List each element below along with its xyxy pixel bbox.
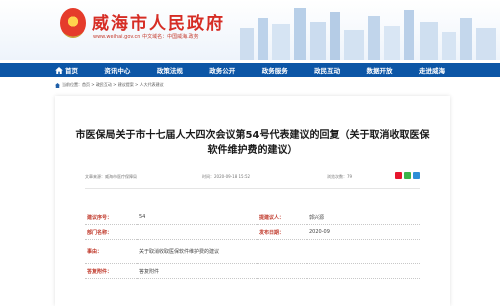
proposer-value: 郭兴源 bbox=[307, 210, 420, 225]
table-row: 事由： 关于取消收取医保软件维护费的建议 bbox=[85, 239, 420, 264]
share-more-icon[interactable] bbox=[413, 172, 420, 179]
article-views: 浏览次数：79 bbox=[327, 174, 353, 179]
site-name: 威海市人民政府 bbox=[92, 14, 225, 34]
wechat-icon[interactable] bbox=[404, 172, 411, 179]
city-skyline-image bbox=[240, 8, 496, 60]
nav-item-label: 首页 bbox=[65, 67, 78, 75]
article-meta: 文章来源：威海市医疗保障局 时间：2020-09-18 15:52 浏览次数：7… bbox=[85, 172, 420, 184]
site-url: www.weihai.gov.cn 中文域名：中国威海.政务 bbox=[93, 34, 199, 40]
article-time: 时间：2020-09-18 15:52 bbox=[202, 174, 251, 179]
location-icon bbox=[55, 82, 60, 88]
date-label: 发布日期： bbox=[257, 224, 307, 240]
dept-label: 部门名称： bbox=[85, 224, 137, 240]
proposal-no-value: 54 bbox=[137, 210, 257, 225]
header-banner: 威海市人民政府 www.weihai.gov.cn 中文域名：中国威海.政务 bbox=[0, 0, 500, 60]
nav-item-about-weihai[interactable]: 走进威海 bbox=[419, 65, 445, 75]
table-row: 建议序号： 54 提建议人： 郭兴源 bbox=[85, 210, 420, 225]
subject-label: 事由： bbox=[85, 239, 137, 264]
national-emblem-logo bbox=[60, 8, 86, 38]
breadcrumb: 当前位置：首页 > 政民互动 > 建议提案 > 人大代表建议 bbox=[55, 80, 164, 90]
main-nav: 首页 资讯中心 政策法规 政务公开 政务服务 政民互动 数据开放 走进威海 bbox=[0, 63, 500, 77]
attachment-link[interactable]: 答复附件 bbox=[137, 263, 420, 279]
table-row: 答复附件： 答复附件 bbox=[85, 263, 420, 279]
nav-item-home[interactable]: 首页 bbox=[55, 65, 78, 75]
nav-item-interaction[interactable]: 政民互动 bbox=[314, 65, 340, 75]
table-row: 部门名称： 发布日期： 2020-09 bbox=[85, 224, 420, 240]
nav-item-open-data[interactable]: 数据开放 bbox=[367, 65, 393, 75]
subject-value: 关于取消收取医保软件维护费的建议 bbox=[137, 239, 420, 264]
share-buttons bbox=[395, 172, 420, 179]
nav-item-government-affairs[interactable]: 政务公开 bbox=[209, 65, 235, 75]
proposer-label: 提建议人： bbox=[257, 210, 307, 225]
divider bbox=[85, 188, 420, 189]
dept-value bbox=[137, 224, 257, 240]
nav-item-government-services[interactable]: 政务服务 bbox=[262, 65, 288, 75]
proposal-no-label: 建议序号： bbox=[85, 210, 137, 225]
weibo-icon[interactable] bbox=[395, 172, 402, 179]
attachment-label: 答复附件： bbox=[85, 263, 137, 279]
breadcrumb-text[interactable]: 当前位置：首页 > 政民互动 > 建议提案 > 人大代表建议 bbox=[62, 82, 164, 88]
article-title: 市医保局关于市十七届人大四次会议第54号代表建议的回复（关于取消收取医保软件维护… bbox=[75, 130, 430, 156]
home-icon bbox=[55, 66, 63, 74]
date-value: 2020-09 bbox=[307, 224, 420, 240]
proposal-info-table: 建议序号： 54 提建议人： 郭兴源 部门名称： 发布日期： 2020-09 事… bbox=[85, 210, 420, 279]
nav-item-policies[interactable]: 政策法规 bbox=[157, 65, 183, 75]
nav-item-news-center[interactable]: 资讯中心 bbox=[104, 65, 130, 75]
article-source: 文章来源：威海市医疗保障局 bbox=[85, 174, 137, 179]
